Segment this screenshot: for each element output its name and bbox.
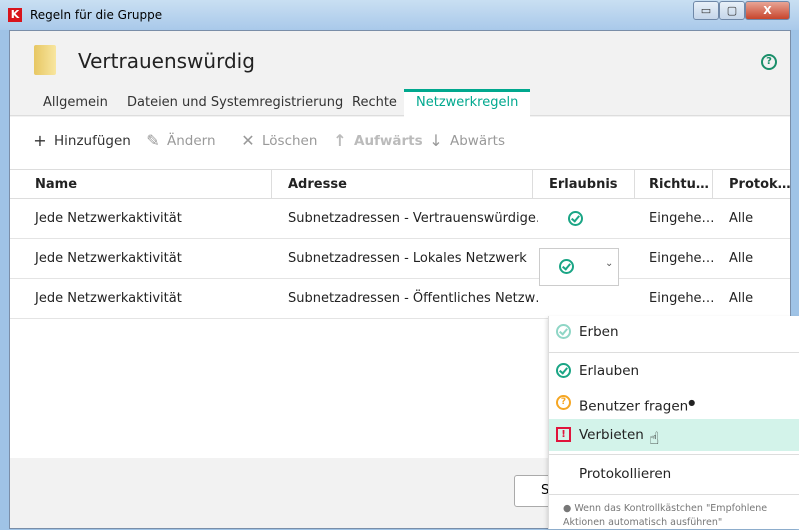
col-direction[interactable]: Richtu… [639,170,709,199]
menu-item-protokollieren[interactable]: Protokollieren [549,458,799,490]
col-protocol[interactable]: Protok… [719,170,791,199]
label: Verbieten [579,427,644,443]
table-row[interactable]: Jede Netzwerkaktivität Subnetzadressen -… [10,199,790,239]
tab-allgemein[interactable]: Allgemein [43,89,108,116]
col-permission[interactable]: Erlaubnis [539,170,618,199]
permission-menu: Erben Erlauben ? Benutzer fragen● ! Verbie… [548,316,799,529]
delete-label: Löschen [262,132,318,149]
down-label: Abwärts [450,132,505,149]
cell-name: Jede Netzwerkaktivität [35,291,182,306]
col-name[interactable]: Name [25,170,77,199]
tab-bar: Allgemein Dateien und Systemregistrierun… [10,89,790,117]
help-icon[interactable]: ? [761,54,777,70]
tab-rechte[interactable]: Rechte [352,89,397,116]
plus-icon: + [33,131,47,150]
cell-name: Jede Netzwerkaktivität [35,211,182,226]
permission-dropdown[interactable]: ⌄ [539,248,619,286]
title-bar: K Regeln für die Gruppe ▭ ▢ X [0,0,799,30]
deny-icon: ! [556,427,571,442]
table-row[interactable]: Jede Netzwerkaktivität Subnetzadressen -… [10,279,790,319]
minimize-button[interactable]: ▭ [693,1,719,20]
cell-protocol: Alle [729,251,754,266]
cell-address: Subnetzadressen - Vertrauenswürdige… [288,211,538,226]
check-icon[interactable] [568,211,583,226]
cell-address: Subnetzadressen - Lokales Netzwerk [288,251,527,266]
cell-address: Subnetzadressen - Öffentliches Netzw… [288,291,538,306]
menu-item-verbieten[interactable]: ! Verbieten ☝ [549,419,799,451]
pencil-icon: ✎ [146,131,160,150]
up-label: Aufwärts [354,132,423,149]
check-icon [559,259,574,274]
cell-direction: Eingehe… [649,211,715,226]
add-button[interactable]: + Hinzufügen [32,131,131,150]
window-title: Regeln für die Gruppe [30,8,163,22]
label: Benutzer fragen [579,398,689,415]
cell-direction: Eingehe… [649,251,715,266]
cell-direction: Eingehe… [649,291,715,306]
hand-cursor-icon: ☝ [649,429,660,449]
table-header: Name Adresse Erlaubnis Richtu… Protok… [10,169,791,199]
chevron-down-icon: ⌄ [605,258,614,269]
check-icon [556,363,571,378]
menu-item-erben[interactable]: Erben [549,316,799,348]
label: Protokollieren [579,466,672,482]
down-button[interactable]: ↓ Abwärts [428,131,505,150]
arrow-up-icon: ↑ [333,131,347,150]
col-address[interactable]: Adresse [278,170,347,199]
edit-button[interactable]: ✎ Ändern [145,131,216,150]
arrow-down-icon: ↓ [429,131,443,150]
kaspersky-icon: K [8,8,22,22]
close-button[interactable]: X [745,1,790,20]
page-title: Vertrauenswürdig [78,49,255,73]
folder-icon [34,45,56,75]
note-text: Wenn das Kontrollkästchen "Empfohlene Ak… [563,503,768,528]
inherit-icon [556,324,571,339]
tab-dateien[interactable]: Dateien und Systemregistrierung [127,89,343,116]
maximize-button[interactable]: ▢ [719,1,745,20]
menu-item-benutzer-fragen[interactable]: ? Benutzer fragen● [549,387,799,419]
edit-label: Ändern [167,132,216,149]
info-note: ● Wenn das Kontrollkästchen "Empfohlene … [563,502,793,530]
cell-protocol: Alle [729,291,754,306]
info-icon[interactable]: ● [688,398,695,407]
table-row[interactable]: Jede Netzwerkaktivität Subnetzadressen -… [10,239,790,279]
up-button[interactable]: ↑ Aufwärts [332,131,423,150]
label: Erben [579,324,619,340]
cell-protocol: Alle [729,211,754,226]
menu-item-erlauben[interactable]: Erlauben [549,355,799,387]
tab-netzwerkregeln[interactable]: Netzwerkregeln [404,89,531,117]
info-icon: ● [563,503,575,514]
label: Erlauben [579,363,640,379]
delete-button[interactable]: ✕ Löschen [240,131,317,150]
cell-name: Jede Netzwerkaktivität [35,251,182,266]
question-icon: ? [556,395,571,410]
x-icon: ✕ [241,131,255,150]
add-label: Hinzufügen [54,132,131,149]
